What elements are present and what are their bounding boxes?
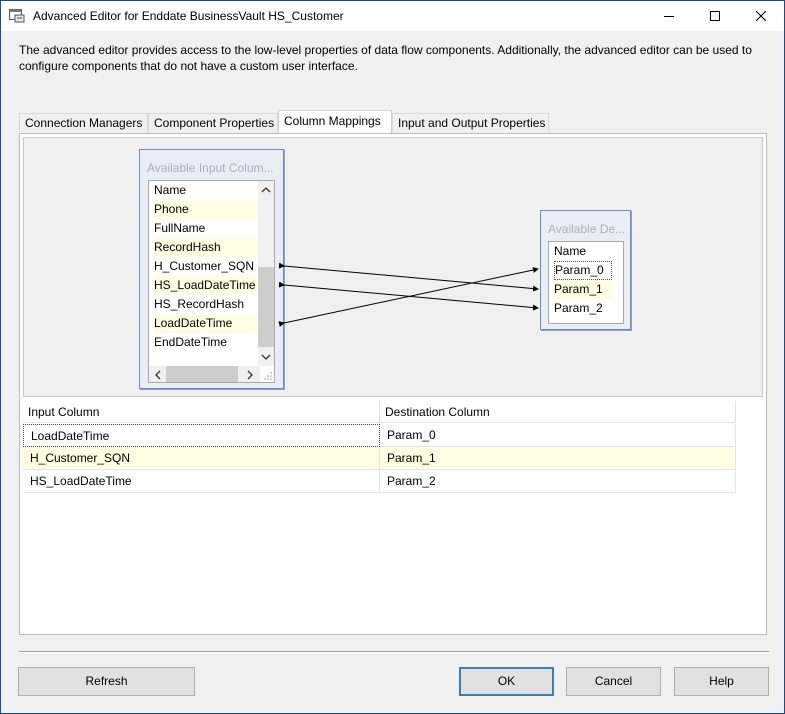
column-mappings-panel: Available Input Colum... Name Phone Full… [19,133,767,635]
tab-column-mappings[interactable]: Column Mappings [278,110,392,133]
input-column-header[interactable]: Input Column [23,401,380,423]
close-icon [756,11,766,21]
refresh-button[interactable]: Refresh [18,667,195,696]
help-button[interactable]: Help [674,667,769,696]
minimize-icon [664,16,674,17]
close-button[interactable] [738,1,784,31]
mapping-lines [278,262,539,327]
destination-column-header[interactable]: Destination Column [380,401,736,423]
input-cell[interactable]: LoadDateTime [23,424,380,447]
tab-connection-managers[interactable]: Connection Managers [19,113,148,132]
input-cell[interactable]: HS_LoadDateTime [23,470,380,493]
destination-cell[interactable]: Param_2 [380,470,736,493]
advanced-editor-window: Advanced Editor for Enddate BusinessVaul… [0,0,785,714]
tab-input-output-properties[interactable]: Input and Output Properties [392,113,549,132]
mapping-grid: Input Column Destination Column LoadDate… [23,401,763,631]
tab-component-properties[interactable]: Component Properties [148,113,278,132]
footer-divider-highlight [19,652,769,653]
editor-description: The advanced editor provides access to t… [19,43,752,73]
minimize-button[interactable] [646,1,692,31]
ok-button[interactable]: OK [459,667,554,696]
title-bar[interactable]: Advanced Editor for Enddate BusinessVaul… [1,1,784,31]
maximize-button[interactable] [692,1,738,31]
maximize-icon [710,11,720,21]
mapping-canvas: Available Input Colum... Name Phone Full… [23,137,763,397]
cancel-button[interactable]: Cancel [566,667,661,696]
window-title: Advanced Editor for Enddate BusinessVaul… [33,9,344,23]
destination-cell[interactable]: Param_0 [380,424,736,447]
input-cell[interactable]: H_Customer_SQN [23,447,380,470]
destination-cell[interactable]: Param_1 [380,447,736,470]
app-icon [9,9,25,23]
